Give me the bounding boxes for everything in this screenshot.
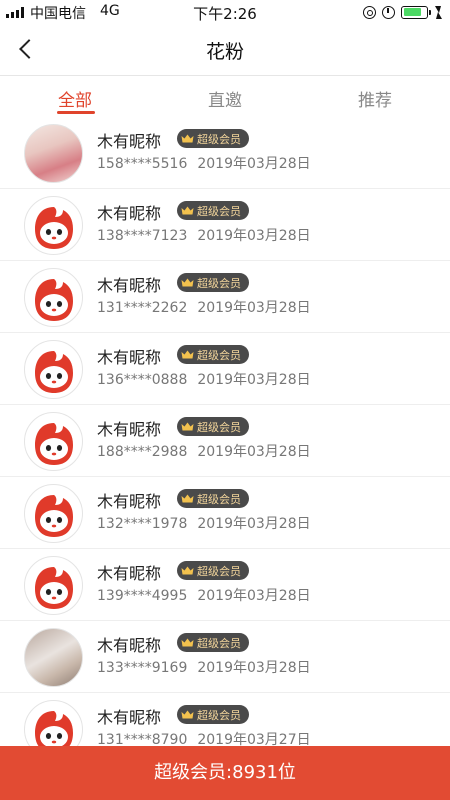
avatar [24,124,83,183]
list-item[interactable]: 木有昵称 超级会员 158****5516 2019年03月28日 [0,117,450,189]
member-name: 木有昵称 [97,564,162,583]
member-name: 木有昵称 [97,276,162,295]
list-item[interactable]: 木有昵称 超级会员 133****9169 2019年03月28日 [0,621,450,693]
member-phone: 133****9169 [97,660,188,676]
member-phone: 132****1978 [97,516,188,532]
list-item[interactable]: 木有昵称 超级会员 139****4995 2019年03月28日 [0,549,450,621]
crown-icon [181,350,194,359]
member-badge: 超级会员 [177,273,249,292]
member-meta: 131****2262 2019年03月28日 [97,297,311,317]
member-badge: 超级会员 [177,345,249,364]
avatar [24,412,83,471]
list-item[interactable]: 木有昵称 超级会员 138****7123 2019年03月28日 [0,189,450,261]
member-date: 2019年03月28日 [197,300,311,316]
member-badge: 超级会员 [177,417,249,436]
mascot-icon [35,351,73,393]
avatar [24,340,83,399]
member-date: 2019年03月28日 [197,156,311,172]
member-count-bar: 超级会员:8931位 [0,746,450,800]
alarm-icon [382,5,395,19]
member-name: 木有昵称 [97,636,162,655]
badge-label: 超级会员 [197,492,241,506]
member-phone: 158****5516 [97,156,188,172]
list-item[interactable]: 木有昵称 超级会员 136****0888 2019年03月28日 [0,333,450,405]
list-item[interactable]: 木有昵称 超级会员 131****2262 2019年03月28日 [0,261,450,333]
rotation-lock-icon [363,5,376,19]
member-meta: 133****9169 2019年03月28日 [97,657,311,677]
crown-icon [181,134,194,143]
battery-icon [401,5,431,19]
member-date: 2019年03月28日 [197,444,311,460]
avatar [24,196,83,255]
member-date: 2019年03月28日 [197,588,311,604]
member-date: 2019年03月28日 [197,516,311,532]
member-badge: 超级会员 [177,633,249,652]
member-phone: 131****2262 [97,300,188,316]
mascot-icon [35,423,73,465]
member-meta: 138****7123 2019年03月28日 [97,225,311,245]
member-name: 木有昵称 [97,420,162,439]
member-date: 2019年03月28日 [197,372,311,388]
member-name: 木有昵称 [97,492,162,511]
member-meta: 132****1978 2019年03月28日 [97,513,311,533]
tab-direct-invite[interactable]: 直邀 [150,77,300,117]
badge-label: 超级会员 [197,276,241,290]
status-bar: 中国电信 4G 下午2:26 [0,0,450,24]
tab-all[interactable]: 全部 [0,77,150,117]
crown-icon [181,278,194,287]
avatar [24,484,83,543]
member-badge: 超级会员 [177,561,249,580]
list-item[interactable]: 木有昵称 超级会员 132****1978 2019年03月28日 [0,477,450,549]
avatar [24,628,83,687]
member-date: 2019年03月28日 [197,228,311,244]
member-phone: 136****0888 [97,372,188,388]
navigation-bar: 花粉 [0,24,450,76]
page-title: 花粉 [205,41,244,63]
member-phone: 188****2988 [97,444,188,460]
badge-label: 超级会员 [197,204,241,218]
member-phone: 138****7123 [97,228,188,244]
member-name: 木有昵称 [97,708,162,727]
member-badge: 超级会员 [177,201,249,220]
member-meta: 139****4995 2019年03月28日 [97,585,311,605]
badge-label: 超级会员 [197,420,241,434]
member-meta: 136****0888 2019年03月28日 [97,369,311,389]
tab-bar: 全部 直邀 推荐 [0,77,450,117]
crown-icon [181,710,194,719]
crown-icon [181,494,194,503]
crown-icon [181,206,194,215]
badge-label: 超级会员 [197,348,241,362]
badge-label: 超级会员 [197,636,241,650]
mascot-icon [35,207,73,249]
member-meta: 158****5516 2019年03月28日 [97,153,311,173]
avatar [24,268,83,327]
member-badge: 超级会员 [177,489,249,508]
mascot-icon [35,495,73,537]
crown-icon [181,566,194,575]
member-name: 木有昵称 [97,204,162,223]
member-phone: 139****4995 [97,588,188,604]
crown-icon [181,638,194,647]
crown-icon [181,422,194,431]
mascot-icon [35,279,73,321]
badge-label: 超级会员 [197,132,241,146]
status-icons [363,4,442,20]
avatar [24,556,83,615]
badge-label: 超级会员 [197,564,241,578]
member-meta: 188****2988 2019年03月28日 [97,441,311,461]
member-list: 木有昵称 超级会员 158****5516 2019年03月28日 木有昵称 超级… [0,117,450,765]
badge-label: 超级会员 [197,708,241,722]
member-name: 木有昵称 [97,348,162,367]
list-item[interactable]: 木有昵称 超级会员 188****2988 2019年03月28日 [0,405,450,477]
member-date: 2019年03月28日 [197,660,311,676]
tab-recommend[interactable]: 推荐 [300,77,450,117]
member-name: 木有昵称 [97,132,162,151]
charging-icon [434,5,442,19]
mascot-icon [35,567,73,609]
member-badge: 超级会员 [177,129,249,148]
member-badge: 超级会员 [177,705,249,724]
